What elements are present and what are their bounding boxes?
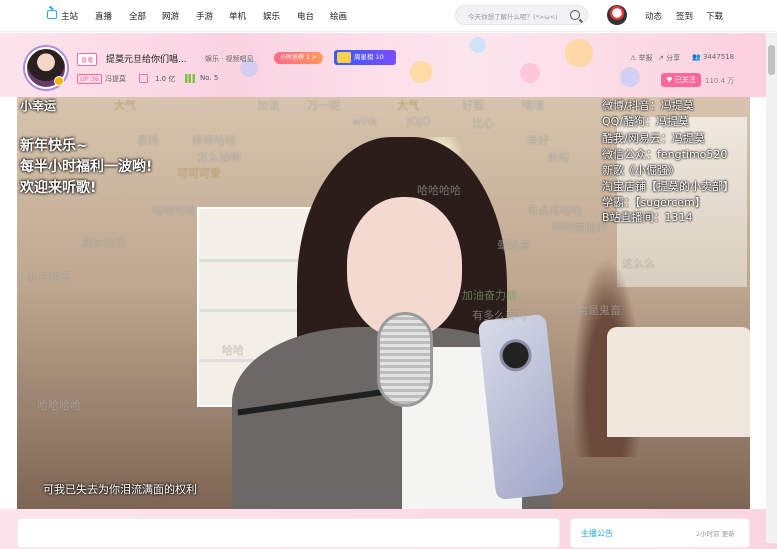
up-level-tag: UP 36	[77, 74, 103, 84]
song-name: 小幸运	[20, 99, 57, 113]
nav-item-online-games[interactable]: 网游	[162, 10, 179, 22]
overlay-info: 新歌《小倔强》	[602, 164, 679, 177]
danmaku-item: 加油奋力给	[462, 289, 517, 302]
notice-time: 2小时前 更新	[696, 530, 735, 538]
view-count: 👥 3447518	[692, 53, 735, 61]
danmaku-item: 大气	[114, 99, 136, 112]
scrollbar-track[interactable]	[766, 33, 777, 543]
user-avatar[interactable]	[607, 5, 627, 25]
nav-checkin[interactable]: 签到	[676, 10, 693, 22]
decor-bubble	[720, 35, 754, 69]
danmaku-item: 有点咸哈哈	[527, 204, 582, 217]
danmaku-item: 这么么	[622, 257, 655, 270]
danmaku-item: wink	[352, 115, 378, 128]
danmaku-item: 晕好高	[497, 239, 530, 252]
decor-bubble	[565, 39, 593, 67]
overlay-info: 淘宝店铺【提莫的小卖部】	[602, 180, 734, 193]
search-icon[interactable]	[570, 10, 580, 20]
decor-bubble	[470, 37, 486, 53]
sofa	[607, 327, 750, 437]
notice-title: 主播公告	[581, 529, 613, 538]
room-header	[0, 33, 777, 97]
danmaku-item: 可可可爱	[177, 167, 221, 180]
host-name[interactable]: 冯提莫	[105, 74, 126, 84]
danmaku-item: JOJO	[407, 115, 431, 128]
overlay-line: 每半小时福利一波哟!	[20, 159, 153, 175]
danmaku-item: 加油	[257, 99, 279, 112]
nav-item-live[interactable]: 直播	[95, 10, 112, 22]
danmaku-item: 比心	[472, 117, 494, 130]
gift-count: 1.0 亿	[155, 75, 176, 83]
verified-icon	[54, 76, 64, 86]
overlay-info: QQ/酷狗：冯提莫	[602, 115, 690, 128]
danmaku-item: 哈哈	[222, 344, 244, 357]
nav-item-main[interactable]: 主站	[61, 10, 78, 22]
overlay-info: B站直播间：1314	[602, 211, 693, 224]
overlay-line: 新年快乐~	[20, 138, 88, 154]
fans-count: 110.4 万	[705, 77, 735, 85]
live-tag: 直播	[77, 53, 98, 66]
danmaku-item: 美好	[527, 134, 549, 147]
decor-bubble	[520, 63, 540, 83]
tv-icon[interactable]	[47, 10, 57, 19]
danmaku-item: 来啦	[547, 151, 569, 164]
danmaku-item: 新年快乐	[27, 271, 71, 284]
overlay-info: 酷我/网易云：冯提莫	[602, 132, 705, 145]
nav-item-drawing[interactable]: 绘画	[330, 10, 347, 22]
danmaku-item: 窝是鬼畜	[577, 304, 621, 317]
decor-bubble	[620, 67, 640, 87]
scrollbar-thumb[interactable]	[768, 45, 775, 75]
follow-button[interactable]: ♥ 已关注	[661, 73, 701, 87]
decor-bubble	[410, 61, 432, 83]
overlay-line: 欢迎来听歌!	[20, 180, 97, 196]
overlay-info: 微信公众：fengtimo520	[602, 148, 728, 161]
danmaku-item: 有多么美吗	[472, 309, 527, 322]
search-box[interactable]: 今天你想了解什么呢？(*>ω<)	[455, 5, 588, 25]
microphone	[377, 312, 433, 407]
top-navbar: 主站 直播 全部 网游 手游 单机 娱乐 电台 绘画 今天你想了解什么呢？(*>…	[0, 0, 777, 32]
danmaku-item: 哈哈哈哈	[417, 184, 461, 197]
share-icon: ↗	[658, 54, 667, 62]
hour-rank-badge[interactable]: 小时总榜 1 >	[274, 52, 323, 64]
overlay-info: 微博/抖音：冯提莫	[602, 99, 694, 112]
rank-icon	[185, 74, 195, 83]
lyrics-subtitle: 可我已失去为你泪流满面的权利	[43, 483, 197, 496]
room-category[interactable]: 娱乐 · 视频唱见	[205, 54, 254, 64]
nav-download[interactable]: 下载	[706, 10, 723, 22]
nav-item-radio[interactable]: 电台	[297, 10, 314, 22]
danmaku-item: 万一呢	[307, 99, 340, 112]
chat-panel	[17, 518, 560, 548]
report-button[interactable]: ⚠ 举报	[630, 53, 653, 63]
danmaku-item: 哈哈哈哈	[37, 399, 81, 412]
nav-item-entertainment[interactable]: 娱乐	[263, 10, 280, 22]
danmaku-item: 嘿嘿	[522, 99, 544, 112]
danmaku-item: 大气	[397, 99, 419, 112]
search-input[interactable]: 今天你想了解什么呢？(*>ω<)	[468, 11, 558, 21]
danmaku-item: 明明是能的	[552, 221, 607, 234]
nav-item-mobile-games[interactable]: 手游	[196, 10, 213, 22]
heart-icon: ♥	[666, 76, 675, 84]
rank-number: No. 5	[200, 74, 219, 82]
gift-icon	[139, 74, 148, 83]
nav-item-single-player[interactable]: 单机	[229, 10, 246, 22]
people-icon: 👥	[692, 53, 703, 61]
danmaku-item: 怎么抽啊	[197, 151, 241, 164]
nav-dynamics[interactable]: 动态	[645, 10, 662, 22]
danmaku-item: 表扬	[137, 134, 159, 147]
nav-item-all[interactable]: 全部	[129, 10, 146, 22]
phone-camera	[497, 337, 534, 373]
video-player[interactable]: 大气 加油 万一呢 大气 好看 嘿嘿 表扬 棒棒哈哈 wink JOJO 比心 …	[17, 97, 750, 509]
danmaku-item: 棒棒哈哈	[192, 134, 236, 147]
overlay-info: 学霸：【sugercem】	[602, 196, 706, 209]
danmaku-item: 新年快乐	[82, 237, 126, 250]
report-icon: ⚠	[630, 54, 639, 62]
share-button[interactable]: ↗ 分享	[658, 53, 680, 63]
room-title: 提莫元旦给你们唱...	[106, 55, 187, 65]
danmaku-item: 好看	[462, 99, 484, 112]
danmaku-item: 哈哈哈哈	[152, 204, 196, 217]
week-star-badge[interactable]: 周星榜 10	[334, 50, 396, 65]
